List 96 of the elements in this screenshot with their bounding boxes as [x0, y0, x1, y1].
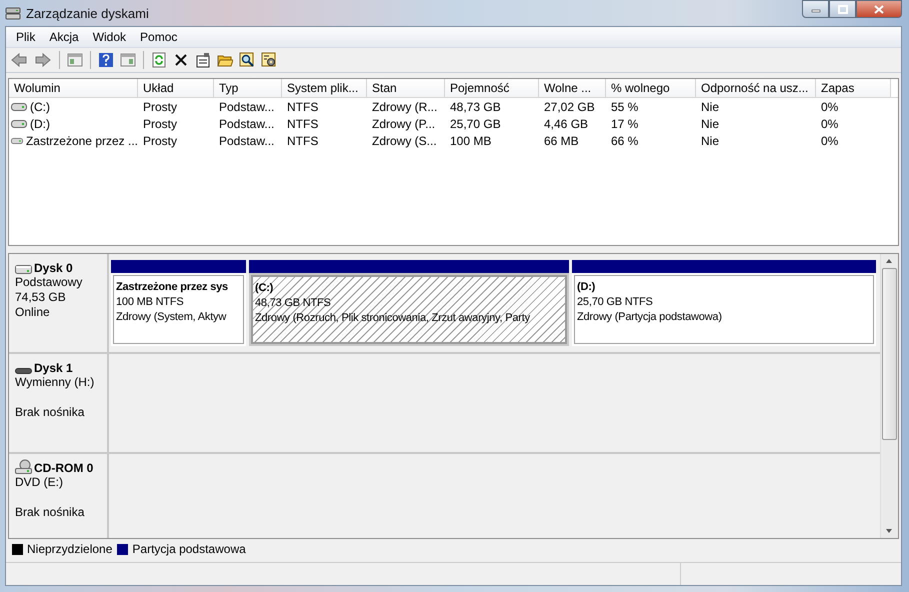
- maximize-icon: [838, 4, 848, 14]
- table-cell: 0%: [821, 116, 838, 130]
- column-header[interactable]: Wolumin: [9, 79, 138, 97]
- table-cell: NTFS: [287, 100, 318, 114]
- menu-item[interactable]: Widok: [86, 30, 134, 44]
- table-cell: Prosty: [143, 134, 178, 148]
- menu-item[interactable]: Pomoc: [133, 30, 184, 44]
- table-cell: 25,70 GB: [450, 116, 501, 130]
- disk-type: DVD (E:): [15, 475, 64, 490]
- scroll-thumb[interactable]: [882, 268, 897, 440]
- console-tree-icon[interactable]: [67, 52, 83, 68]
- table-cell: Nie: [701, 116, 720, 130]
- optical-drive-icon: [15, 459, 33, 475]
- properties-icon[interactable]: [195, 52, 211, 68]
- column-header[interactable]: Typ: [214, 79, 282, 97]
- partition-name: Zastrzeżone przez sys: [116, 280, 229, 295]
- disk-size: 74,53 GB: [15, 290, 67, 305]
- column-header[interactable]: Stan: [367, 79, 445, 97]
- disk-type: Wymienny (H:): [15, 375, 96, 390]
- partition-status: Zdrowy (Partycja podstawowa): [577, 310, 723, 325]
- disk-info-panel[interactable]: Dysk 0 Podstawowy 74,53 GB Online: [9, 254, 109, 352]
- partition-status: Zdrowy (System, Aktyw: [116, 310, 228, 325]
- delete-icon[interactable]: [173, 52, 189, 68]
- close-button[interactable]: [856, 0, 902, 18]
- table-cell: 48,73 GB: [450, 100, 501, 114]
- table-cell: NTFS: [287, 116, 318, 130]
- table-cell: Prosty: [143, 116, 178, 130]
- disk-status: Brak nośnika: [15, 405, 86, 420]
- partition-size: 25,70 GB NTFS: [577, 295, 654, 310]
- table-cell: Prosty: [143, 100, 178, 114]
- column-header[interactable]: Układ: [138, 79, 214, 97]
- removable-drive-icon: [15, 367, 33, 375]
- table-cell: Podstaw...: [219, 134, 274, 148]
- minimize-button[interactable]: [802, 0, 829, 18]
- partition-name: (C:): [255, 281, 274, 296]
- table-cell: 0%: [821, 100, 838, 114]
- disk-status: Online: [15, 305, 51, 320]
- menu-item[interactable]: Akcja: [42, 30, 86, 44]
- disk-info-panel[interactable]: Dysk 1 Wymienny (H:) Brak nośnika: [9, 354, 109, 452]
- table-cell: 66 %: [611, 134, 638, 148]
- drive-icon: [11, 136, 23, 146]
- table-cell: 17 %: [611, 116, 638, 130]
- table-cell: Zdrowy (R...: [372, 100, 438, 114]
- refresh-icon[interactable]: [151, 52, 167, 68]
- partition-size: 48,73 GB NTFS: [255, 296, 332, 311]
- column-header[interactable]: System plik...: [282, 79, 367, 97]
- partition-block[interactable]: Zastrzeżone przez sys 100 MB NTFS Zdrowy (System, Aktyw: [111, 260, 246, 346]
- disk-info-panel[interactable]: CD-ROM 0 DVD (E:) Brak nośnika: [9, 454, 109, 538]
- hard-drive-icon: [15, 263, 33, 275]
- table-cell: 55 %: [611, 100, 638, 114]
- drive-icon: [11, 102, 27, 112]
- disk-status: Brak nośnika: [15, 505, 86, 520]
- table-cell: NTFS: [287, 134, 318, 148]
- partition-size: 100 MB NTFS: [116, 295, 184, 310]
- magnifier-icon[interactable]: [239, 52, 255, 68]
- partition-block[interactable]: (D:) 25,70 GB NTFS Zdrowy (Partycja podstawowa): [572, 260, 876, 346]
- table-cell: 0%: [821, 134, 838, 148]
- table-cell: 27,02 GB: [544, 100, 595, 114]
- column-header[interactable]: Pojemność: [445, 79, 539, 97]
- disk-name: CD-ROM 0: [34, 461, 94, 475]
- table-cell: Podstaw...: [219, 100, 274, 114]
- forward-arrow-icon[interactable]: [34, 52, 52, 68]
- table-cell: 66 MB: [544, 134, 579, 148]
- action-pane-icon[interactable]: [120, 52, 136, 68]
- column-header[interactable]: Odporność na usz...: [696, 79, 816, 97]
- menu-item[interactable]: Plik: [9, 30, 42, 44]
- disk-management-icon: [5, 5, 21, 21]
- drive-icon: [11, 118, 27, 128]
- close-icon: [874, 4, 884, 14]
- table-cell: 100 MB: [450, 134, 492, 148]
- disk-name: Dysk 1: [34, 361, 73, 375]
- table-cell[interactable]: (C:): [30, 100, 50, 114]
- partition-status: Zdrowy (Rozruch, Plik stronicowania, Zrzut awaryjny, Party: [255, 311, 531, 326]
- legend-label: Partycja podstawowa: [132, 542, 246, 556]
- table-cell: 4,46 GB: [544, 116, 588, 130]
- partition-block[interactable]: (C:) 48,73 GB NTFS Zdrowy (Rozruch, Plik stronicowania, Zrzut awaryjny, Party: [249, 260, 569, 346]
- back-arrow-icon[interactable]: [10, 52, 28, 68]
- table-cell: Zdrowy (P...: [372, 116, 436, 130]
- maximize-button[interactable]: [829, 0, 856, 18]
- table-cell: Nie: [701, 100, 720, 114]
- help-icon[interactable]: [98, 52, 114, 68]
- disk-type: Podstawowy: [15, 275, 84, 290]
- window-title: Zarządzanie dyskami: [26, 6, 149, 20]
- column-header[interactable]: % wolnego: [606, 79, 696, 97]
- table-cell: Zdrowy (S...: [372, 134, 437, 148]
- settings-icon[interactable]: [261, 52, 277, 68]
- disk-name: Dysk 0: [34, 261, 73, 275]
- table-cell: Nie: [701, 134, 720, 148]
- table-cell: Podstaw...: [219, 116, 274, 130]
- legend-label: Nieprzydzielone: [27, 542, 112, 556]
- partition-name: (D:): [577, 280, 596, 295]
- table-cell[interactable]: (D:): [30, 116, 50, 130]
- column-header[interactable]: Wolne ...: [539, 79, 606, 97]
- column-header[interactable]: Zapas: [816, 79, 891, 97]
- table-cell[interactable]: Zastrzeżone przez ...: [26, 134, 138, 148]
- scrollbar[interactable]: [880, 254, 898, 538]
